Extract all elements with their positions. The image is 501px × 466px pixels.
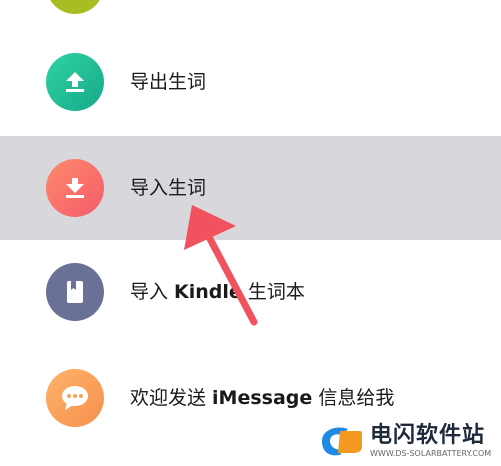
- watermark: 电闪软件站 WWW.DS-SOLARBATTERY.COM: [312, 416, 501, 466]
- previous-item-icon: [46, 0, 104, 14]
- menu-item-label: 导入 Kindle 生词本: [130, 281, 305, 303]
- menu-item-import-kindle[interactable]: 导入 Kindle 生词本: [0, 240, 501, 344]
- menu-item-label: 导出生词: [130, 71, 207, 93]
- watermark-logo-icon: [322, 427, 362, 456]
- watermark-url: WWW.DS-SOLARBATTERY.COM: [370, 449, 492, 458]
- chat-bubble-icon: [46, 369, 104, 427]
- menu-item-export-words[interactable]: 导出生词: [0, 30, 501, 134]
- upload-icon: [46, 53, 104, 111]
- download-icon: [46, 159, 104, 217]
- book-icon: [46, 263, 104, 321]
- watermark-title: 电闪软件站: [370, 423, 486, 448]
- menu-item-import-words[interactable]: 导入生词: [0, 136, 501, 240]
- menu-item-label: 导入生词: [130, 177, 207, 199]
